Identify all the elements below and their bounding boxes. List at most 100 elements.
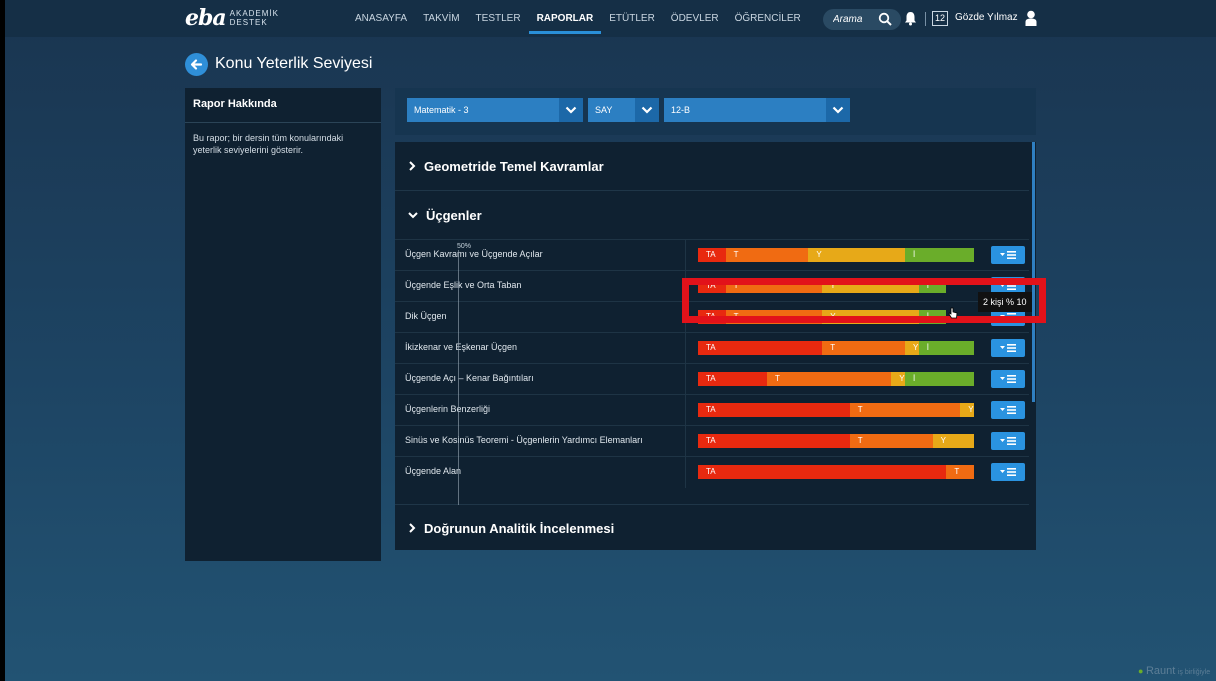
row-divider (685, 333, 686, 364)
chevron-down-icon[interactable] (559, 98, 583, 122)
user-name[interactable]: Gözde Yılmaz (955, 12, 1018, 23)
bell-icon[interactable] (904, 11, 917, 26)
competency-bar[interactable]: TA T Y İ (698, 341, 974, 355)
row-divider (685, 364, 686, 395)
panel-scrollbar[interactable] (1032, 142, 1035, 402)
section-geometride-temel-kavramlar[interactable]: Geometride Temel Kavramlar (395, 142, 1029, 190)
chevron-right-icon (409, 161, 416, 171)
topbar-divider (925, 12, 926, 26)
student-list-button[interactable] (991, 401, 1025, 419)
bar-segment[interactable]: Y (932, 434, 974, 448)
bar-segment[interactable]: T (849, 403, 961, 417)
bar-segment[interactable]: Y (960, 403, 974, 417)
student-list-button[interactable] (991, 370, 1025, 388)
bar-segment[interactable]: T (822, 341, 905, 355)
topic-name: Üçgenlerin Benzerliği (405, 404, 491, 414)
competency-bar[interactable]: TA T Y İ (698, 248, 974, 262)
nav-raporlar[interactable]: RAPORLAR (528, 0, 602, 37)
calendar-icon[interactable]: 12 (932, 11, 948, 26)
top-bar: eba AKADEMİK DESTEK ANASAYFA TAKVİM TEST… (5, 0, 1216, 37)
footer-brand: ● Raunt iş birliğiyle (1138, 665, 1211, 677)
type-select[interactable]: SAY (588, 98, 659, 122)
bar-segment[interactable]: TA (698, 434, 850, 448)
main-nav: ANASAYFA TAKVİM TESTLER RAPORLAR ETÜTLER… (347, 0, 809, 37)
fifty-percent-line (458, 250, 459, 505)
screen: eba AKADEMİK DESTEK ANASAYFA TAKVİM TEST… (5, 0, 1216, 681)
nav-takvim[interactable]: TAKVİM (415, 0, 467, 37)
section-title: Geometride Temel Kavramlar (424, 158, 604, 174)
subject-select[interactable]: Matematik - 3 (407, 98, 583, 122)
bar-segment[interactable]: Y (808, 248, 905, 262)
bar-segment[interactable]: TA (698, 248, 726, 262)
competency-bar[interactable]: TA T (698, 465, 974, 479)
chevron-down-icon[interactable] (635, 98, 659, 122)
about-text: Bu rapor; bir dersin tüm konularındaki y… (193, 133, 344, 155)
topic-row: Üçgende Açı – Kenar Bağıntıları TA T Y İ (395, 363, 1029, 395)
logo-text: eba (185, 5, 227, 31)
topic-row: Üçgenlerin Benzerliği TA T Y (395, 394, 1029, 426)
footer-brand-name: Raunt (1145, 665, 1176, 677)
competency-bar[interactable]: TA T Y (698, 403, 974, 417)
bar-segment[interactable]: T (767, 372, 892, 386)
section-title: Doğrunun Analitik İncelenmesi (424, 520, 615, 536)
about-panel: Rapor Hakkında Bu rapor; bir dersin tüm … (185, 88, 381, 561)
competency-bar[interactable]: TA T Y İ (698, 372, 974, 386)
logo-subtitle: AKADEMİK DESTEK (230, 9, 279, 27)
hand-cursor-icon (948, 307, 958, 319)
topics-panel: Geometride Temel Kavramlar Üçgenler Üçge… (395, 142, 1036, 550)
nav-testler[interactable]: TESTLER (468, 0, 529, 37)
student-list-button[interactable] (991, 339, 1025, 357)
topic-row: Üçgende Alan TA T (395, 456, 1029, 488)
competency-bar[interactable]: TA T Y (698, 434, 974, 448)
bar-segment[interactable]: TA (698, 372, 767, 386)
bar-segment[interactable]: İ (905, 372, 974, 386)
bar-segment[interactable]: T (946, 465, 974, 479)
list-icon (1000, 406, 1016, 414)
about-heading: Rapor Hakkında (185, 88, 381, 123)
section-dogrunun-analitik-incelenmesi[interactable]: Doğrunun Analitik İncelenmesi (395, 504, 1029, 552)
subject-select-value: Matematik - 3 (414, 105, 469, 115)
bar-segment[interactable]: İ (905, 248, 974, 262)
topic-name: Üçgen Kavramı ve Üçgende Açılar (405, 249, 543, 259)
fifty-percent-label: 50% (457, 243, 472, 250)
back-arrow-icon[interactable] (185, 53, 208, 76)
bar-segment[interactable]: TA (698, 465, 947, 479)
bar-segment[interactable]: T (849, 434, 933, 448)
topic-name: İkizkenar ve Eşkenar Üçgen (405, 342, 518, 352)
bar-segment[interactable]: T (725, 248, 809, 262)
user-icon[interactable] (1025, 10, 1037, 26)
eba-logo[interactable]: eba AKADEMİK DESTEK (185, 6, 279, 30)
logo-sub-line1: AKADEMİK (229, 9, 279, 18)
student-list-button[interactable] (991, 246, 1025, 264)
student-list-button[interactable] (991, 463, 1025, 481)
class-select-value: 12-B (671, 105, 691, 115)
search-icon[interactable] (878, 12, 892, 26)
page-title: Konu Yeterlik Seviyesi (215, 55, 373, 72)
list-icon (1000, 251, 1016, 259)
section-title: Üçgenler (426, 207, 482, 223)
footer-brand-suffix: iş birliğiyle (1177, 669, 1211, 676)
list-icon (1000, 375, 1016, 383)
row-divider (685, 426, 686, 457)
bar-segment[interactable]: TA (698, 403, 850, 417)
nav-odevler[interactable]: ÖDEVLER (663, 0, 727, 37)
bar-segment[interactable]: TA (698, 341, 823, 355)
topic-row: Sinüs ve Kosinüs Teoremi - Üçgenlerin Ya… (395, 425, 1029, 457)
row-divider (685, 457, 686, 488)
list-icon (1000, 344, 1016, 352)
bar-segment[interactable]: İ (918, 341, 974, 355)
list-icon (1000, 468, 1016, 476)
section-ucgenler[interactable]: Üçgenler (395, 191, 1029, 239)
chevron-down-icon[interactable] (826, 98, 850, 122)
student-list-button[interactable] (991, 432, 1025, 450)
chevron-right-icon (409, 523, 416, 533)
nav-anasayfa[interactable]: ANASAYFA (347, 0, 415, 37)
class-select[interactable]: 12-B (664, 98, 850, 122)
topic-name: Sinüs ve Kosinüs Teoremi - Üçgenlerin Ya… (405, 435, 643, 445)
nav-ogrenciler[interactable]: ÖĞRENCİLER (727, 0, 809, 37)
search-input[interactable] (833, 14, 873, 25)
bar-segment[interactable]: Y (905, 341, 919, 355)
chevron-down-icon (408, 212, 418, 219)
bar-segment[interactable]: Y (891, 372, 905, 386)
nav-etutler[interactable]: ETÜTLER (601, 0, 663, 37)
